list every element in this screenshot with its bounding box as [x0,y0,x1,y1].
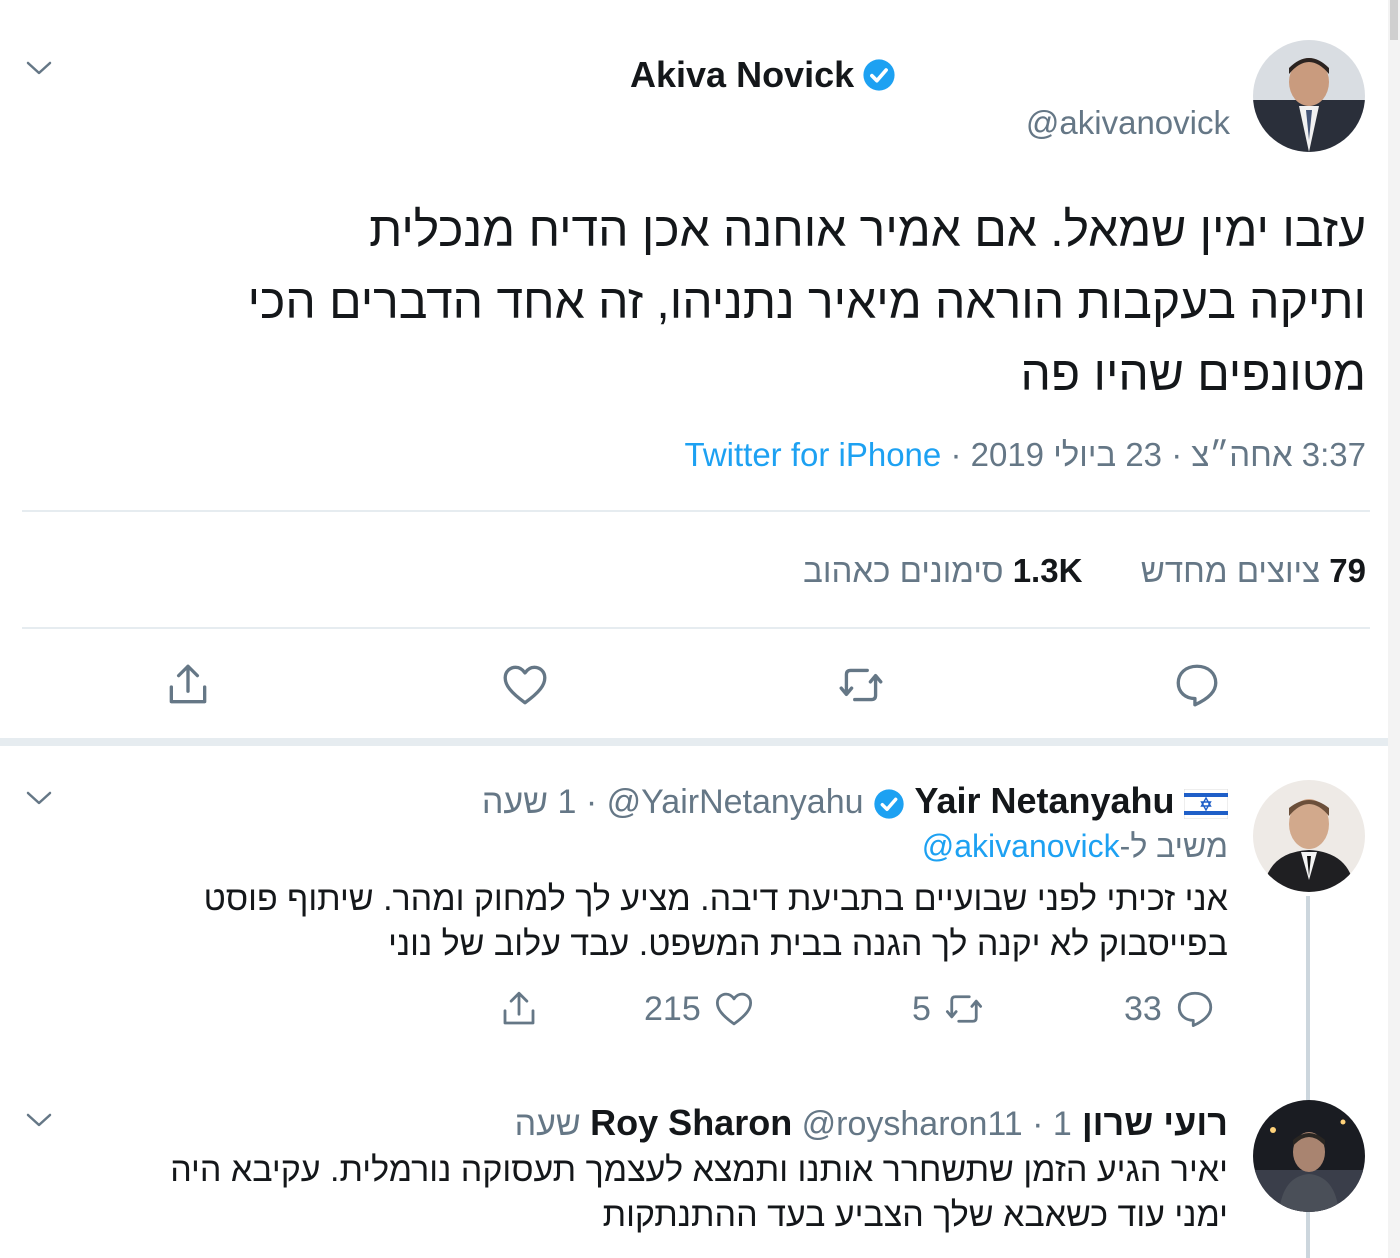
likes-label: סימונים כאהוב [803,552,1004,589]
scrollbar-thumb[interactable] [1390,0,1398,40]
thread-line [1306,896,1310,1101]
reply-1-text: אני זכיתי לפני שבועיים בתביעת דיבה. מציע… [28,877,1228,967]
reply-1-handle[interactable]: @YairNetanyahu [607,783,864,821]
retweet-icon[interactable] [836,660,886,710]
likes-count: 1.3K [1012,552,1083,589]
verified-badge-icon [873,788,905,820]
reply-1-header: Yair Netanyahu @YairNetanyahu · 1 שעה [482,780,1229,822]
reply-icon [1174,988,1216,1030]
divider [22,510,1370,512]
reply-count: 33 [1124,989,1162,1028]
reply-1-like-action[interactable]: 215 [644,988,755,1030]
replying-to: משיב ל-@akivanovick [922,828,1228,865]
heart-icon [713,988,755,1030]
scrollbar[interactable] [1388,0,1400,1258]
tweet-text-line: מטונפים שהיו פה [1020,348,1366,401]
reply-1-reply-action[interactable]: 33 [1124,988,1216,1030]
author-name[interactable]: Akiva Novick [630,54,854,96]
reply-text-line: ימני עוד כשאבא שלך הצביע בעד ההתנתקות [602,1196,1228,1234]
chevron-down-icon[interactable] [24,788,54,808]
separator-dot: · [1032,1105,1053,1143]
tweet-text: עזבו ימין שמאל. אם אמיר אוחנה אכן הדיח מ… [6,195,1366,411]
retweet-count: 5 [912,989,931,1028]
tweet-meta: 3:37 אחה״צ · 23 ביולי 2019 · Twitter for… [684,436,1366,474]
thread-line [1306,1210,1310,1258]
heart-icon[interactable] [500,660,550,710]
tweet-text-line: ותיקה בעקבות הוראה מיאיר נתניהו, זה אחד … [247,276,1366,329]
yair-avatar[interactable] [1253,780,1365,892]
reply-2-handle[interactable]: @roysharon11 [802,1105,1023,1143]
reply-1-time[interactable]: 1 שעה [482,783,577,821]
separator-dot: · [576,783,598,821]
tweet-source-link[interactable]: Twitter for iPhone [684,436,941,473]
verified-badge-icon [862,58,896,92]
israel-flag-icon [1183,788,1229,820]
reply-icon[interactable] [1172,660,1222,710]
reply-1-share-action[interactable] [498,988,540,1030]
reply-2-header: רועי שרון Roy Sharon @roysharon11 · 1 שע… [515,1102,1228,1144]
replying-to-handle[interactable]: @akivanovick [922,828,1120,864]
retweets-count: 79 [1329,552,1366,589]
likes-stat[interactable]: 1.3K סימונים כאהוב [803,552,1082,589]
tweet-timestamp[interactable]: 3:37 אחה״צ · 23 ביולי 2019 · [950,436,1366,473]
share-icon[interactable] [163,660,213,710]
chevron-down-icon[interactable] [24,1110,54,1130]
reply-1-retweet-action[interactable]: 5 [912,988,985,1030]
retweet-icon [943,988,985,1030]
main-tweet-header: Akiva Novick @akivanovick [630,54,1230,142]
section-separator [0,738,1388,746]
replying-label: משיב ל- [1119,828,1228,864]
author-handle[interactable]: @akivanovick [630,104,1230,142]
reply-text-line: בפייסבוק לא יקנה לך הגנה בבית המשפט. עבד… [388,925,1228,963]
retweets-label: ציוצים מחדש [1140,552,1321,589]
reply-text-line: יאיר הגיע הזמן שתשחרר אותנו ותמצא לעצמך … [170,1151,1228,1189]
divider [22,627,1370,629]
reply-2-text: יאיר הגיע הזמן שתשחרר אותנו ותמצא לעצמך … [28,1148,1228,1238]
reply-1-author-name[interactable]: Yair Netanyahu [914,780,1174,821]
like-count: 215 [644,989,701,1028]
roy-avatar[interactable] [1253,1100,1365,1212]
retweets-stat[interactable]: 79 ציוצים מחדש [1132,552,1366,589]
share-icon [498,988,540,1030]
reply-text-line: אני זכיתי לפני שבועיים בתביעת דיבה. מציע… [203,880,1228,918]
akiva-avatar[interactable] [1253,40,1365,152]
tweet-stats: 79 ציוצים מחדש 1.3K סימונים כאהוב [803,552,1366,590]
chevron-down-icon[interactable] [24,58,54,78]
tweet-text-line: עזבו ימין שמאל. אם אמיר אוחנה אכן הדיח מ… [369,204,1366,257]
